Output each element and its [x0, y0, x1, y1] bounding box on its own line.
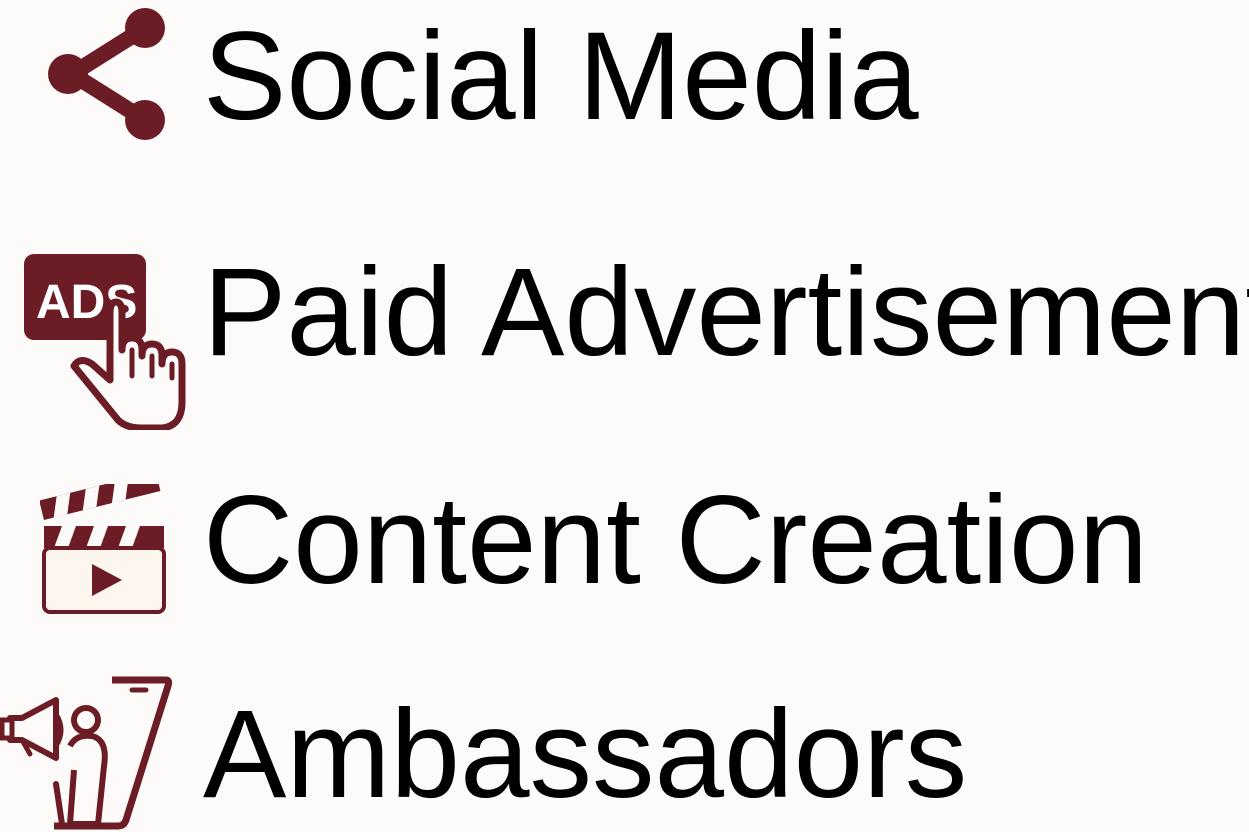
service-label: Paid Advertisement: [203, 243, 1249, 382]
megaphone-phone-icon: [0, 676, 173, 830]
service-item-paid-advertisement: ADS Paid Advertisement: [0, 240, 1249, 430]
ads-click-icon: ADS: [24, 254, 186, 430]
service-item-social-media: Social Media: [0, 0, 1249, 180]
services-list: Social Media ADS Paid Advertisement Cont…: [0, 0, 1249, 832]
service-label: Ambassadors: [203, 685, 968, 824]
share-icon: [48, 8, 165, 140]
service-label: Social Media: [203, 7, 919, 146]
service-label: Content Creation: [203, 471, 1149, 610]
service-item-ambassadors: Ambassadors: [0, 670, 1249, 832]
clapperboard-play-icon: [40, 484, 166, 614]
service-item-content-creation: Content Creation: [0, 470, 1249, 650]
